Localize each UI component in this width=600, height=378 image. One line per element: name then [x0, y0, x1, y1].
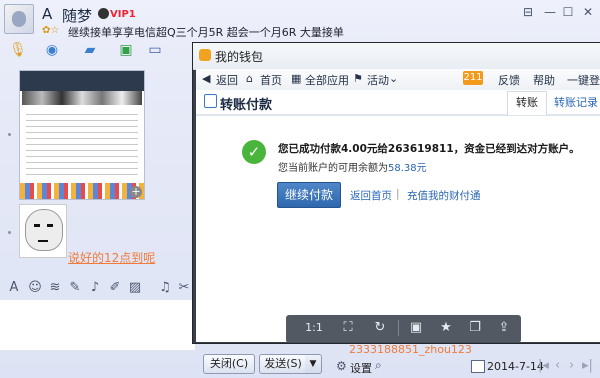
mic-icon[interactable]: ♪: [87, 279, 103, 297]
music-icon[interactable]: ♫: [157, 279, 173, 297]
minimize-icon[interactable]: —: [542, 6, 558, 18]
toolbar-divider: [398, 320, 399, 336]
scissors-icon[interactable]: ✂: [176, 279, 192, 297]
balance-prefix: 您当前账户的可用余额为: [278, 163, 388, 174]
ratio-icon[interactable]: 1:1: [304, 318, 324, 338]
contact-name[interactable]: 随梦: [62, 5, 92, 26]
first-page-icon[interactable]: |◂: [538, 358, 549, 373]
edit-icon[interactable]: ✐: [107, 279, 123, 297]
maximize-icon[interactable]: ☐: [560, 6, 576, 18]
return-home-link[interactable]: 返回首页: [350, 188, 392, 203]
next-page-icon[interactable]: ›: [569, 358, 574, 373]
magic-icon[interactable]: ✎: [67, 279, 83, 297]
message-bullet: [8, 231, 11, 234]
copy-icon[interactable]: ❐: [465, 318, 485, 338]
screenshot-image[interactable]: +: [19, 70, 145, 200]
wallet-title: 我的钱包: [215, 50, 264, 64]
search-icon[interactable]: ⌕: [375, 358, 382, 373]
nav-back[interactable]: 返回: [216, 72, 238, 88]
pin-icon[interactable]: ★: [436, 318, 456, 338]
back-arrow-icon[interactable]: ◀: [202, 72, 210, 85]
wallet-logo-icon: [199, 49, 211, 61]
vip-label: VIP1: [110, 9, 136, 20]
apps-icon[interactable]: ▦: [291, 72, 301, 85]
nav-activity[interactable]: 活动: [367, 72, 389, 88]
history-date: 2014-7-14: [487, 360, 544, 373]
penguin-icon: [98, 8, 109, 19]
wallet-content: [196, 90, 600, 342]
chevron-down-icon[interactable]: ⌄: [389, 72, 398, 85]
qq-numbers: 2333188851_zhou123: [349, 343, 472, 356]
skin-icon[interactable]: ⊟: [520, 6, 536, 18]
file-transfer-icon[interactable]: ▰: [80, 40, 100, 60]
link-separator: |: [396, 188, 400, 200]
remote-assist-icon[interactable]: ▣: [116, 40, 136, 60]
nav-all-apps[interactable]: 全部应用: [305, 72, 349, 88]
status-icons: ✿☆: [42, 25, 60, 36]
image-icon[interactable]: ▨: [127, 279, 143, 297]
home-icon[interactable]: ⌂: [246, 72, 253, 85]
activity-icon[interactable]: ⚑: [353, 72, 363, 85]
sticker-image[interactable]: [19, 204, 67, 258]
tab-transfer[interactable]: 转账: [507, 91, 547, 115]
nav-home[interactable]: 首页: [260, 72, 282, 88]
balance-amount: 58.38元: [388, 163, 427, 174]
message-bullet: [8, 133, 11, 136]
vip-badge: VIP1: [98, 8, 136, 20]
last-page-icon[interactable]: ▸|: [582, 358, 593, 373]
balance-text: 您当前账户的可用余额为58.38元: [278, 159, 427, 174]
close-button[interactable]: 关闭(C): [203, 354, 255, 374]
recharge-link[interactable]: 充值我的财付通: [407, 188, 481, 203]
font-icon[interactable]: A: [6, 279, 22, 297]
continue-payment-button[interactable]: 继续付款: [277, 182, 341, 208]
transfer-icon: [204, 94, 217, 108]
gear-icon[interactable]: ⚙: [336, 359, 347, 373]
contact-initial: A: [42, 5, 53, 23]
avatar[interactable]: [4, 4, 34, 34]
calendar-icon[interactable]: [471, 360, 485, 373]
close-icon[interactable]: ✕: [580, 6, 596, 18]
prev-page-icon[interactable]: ‹: [555, 358, 560, 373]
send-button[interactable]: 发送(S): [259, 354, 307, 374]
settings-button[interactable]: 设置: [350, 360, 372, 376]
send-options-icon[interactable]: ▼: [305, 354, 322, 374]
expand-icon[interactable]: +: [130, 186, 142, 198]
message-link[interactable]: 说好的12点到呢: [68, 249, 155, 266]
tab-transfer-records[interactable]: 转账记录: [554, 94, 598, 110]
screen-share-icon[interactable]: ▭: [145, 40, 165, 60]
video-call-icon[interactable]: ◉: [42, 40, 62, 60]
share-icon[interactable]: ⇪: [494, 318, 514, 338]
vibrate-icon[interactable]: ≋: [47, 279, 63, 297]
nav-help[interactable]: 帮助: [533, 72, 555, 88]
voice-call-icon[interactable]: 🎙: [8, 40, 28, 60]
page-title: 转账付款: [220, 98, 273, 113]
save-icon[interactable]: ▣: [406, 318, 426, 338]
rotate-icon[interactable]: ↻: [370, 318, 390, 338]
crop-icon[interactable]: ⛶: [338, 318, 358, 338]
emoji-icon[interactable]: ☺: [27, 279, 43, 297]
nav-feedback[interactable]: 反馈: [498, 72, 520, 88]
notification-badge[interactable]: 211: [463, 71, 483, 85]
checkmark-icon: ✓: [242, 140, 266, 164]
success-message: 您已成功付款4.00元给263619811，资金已经到达对方账户。: [278, 143, 580, 155]
message-input[interactable]: [0, 300, 195, 350]
